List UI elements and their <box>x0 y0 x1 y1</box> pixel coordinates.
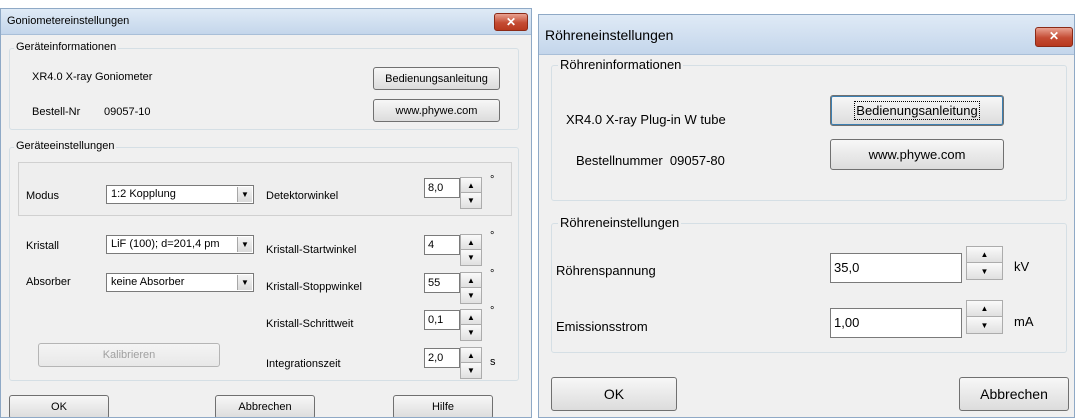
spin-down-icon[interactable]: ▼ <box>461 325 481 340</box>
close-button[interactable]: ✕ <box>494 13 528 31</box>
voltage-input[interactable]: 35,0 <box>830 253 962 283</box>
crystal-label: Kristall <box>26 240 60 252</box>
spin-down-icon[interactable]: ▼ <box>461 288 481 303</box>
absorber-label: Absorber <box>26 276 71 288</box>
close-icon: ✕ <box>1048 29 1060 43</box>
mode-select[interactable]: 1:2 Kopplung ▼ <box>106 185 254 204</box>
ok-button[interactable]: OK <box>551 377 677 411</box>
window-title: Röhreneinstellungen <box>545 27 674 43</box>
tube-settings-group: Röhreneinstellungen Röhrenspannung 35,0 … <box>551 215 1067 353</box>
spin-up-icon[interactable]: ▲ <box>967 247 1002 263</box>
degree-unit: ° <box>490 268 495 280</box>
absorber-select[interactable]: keine Absorber ▼ <box>106 273 254 292</box>
spin-up-icon[interactable]: ▲ <box>461 348 481 363</box>
start-angle-label: Kristall-Startwinkel <box>266 244 357 256</box>
seconds-unit: s <box>490 356 496 368</box>
tube-info-group: Röhreninformationen XR4.0 X-ray Plug-in … <box>551 57 1067 201</box>
spin-up-icon[interactable]: ▲ <box>461 178 481 193</box>
detector-angle-label: Detektorwinkel <box>266 190 339 202</box>
website-button[interactable]: www.phywe.com <box>373 99 500 122</box>
goniometer-settings-window: Goniometereinstellungen ✕ Geräteinformat… <box>0 8 532 418</box>
voltage-unit: kV <box>1014 259 1030 274</box>
manual-button[interactable]: Bedienungsanleitung <box>373 67 500 90</box>
detector-angle-input[interactable]: 8,0 <box>424 178 460 198</box>
start-angle-spinner[interactable]: ▲ ▼ <box>460 234 482 266</box>
manual-button-label: Bedienungsanleitung <box>385 72 488 85</box>
stop-angle-spinner[interactable]: ▲ ▼ <box>460 272 482 304</box>
mode-select-value: 1:2 Kopplung <box>111 188 176 200</box>
spin-down-icon[interactable]: ▼ <box>461 193 481 208</box>
spin-down-icon[interactable]: ▼ <box>461 363 481 378</box>
current-input[interactable]: 1,00 <box>830 308 962 338</box>
close-button[interactable]: ✕ <box>1035 27 1073 47</box>
step-width-input[interactable]: 0,1 <box>424 310 460 330</box>
ok-button[interactable]: OK <box>9 395 109 417</box>
current-label: Emissionsstrom <box>556 319 648 334</box>
stop-angle-label: Kristall-Stoppwinkel <box>266 281 362 293</box>
tube-device-name: XR4.0 X-ray Plug-in W tube <box>566 112 726 127</box>
device-name: XR4.0 X-ray Goniometer <box>32 71 153 83</box>
close-icon: ✕ <box>505 15 517 29</box>
current-spinner[interactable]: ▲ ▼ <box>966 300 1003 334</box>
spin-down-icon[interactable]: ▼ <box>967 263 1002 279</box>
crystal-select-value: LiF (100); d=201,4 pm <box>111 238 220 250</box>
calibrate-button[interactable]: Kalibrieren <box>38 343 220 367</box>
spin-up-icon[interactable]: ▲ <box>461 273 481 288</box>
crystal-select[interactable]: LiF (100); d=201,4 pm ▼ <box>106 235 254 254</box>
chevron-down-icon: ▼ <box>237 275 252 290</box>
group-legend: Röhreninformationen <box>558 57 684 72</box>
website-button-label: www.phywe.com <box>868 147 966 162</box>
group-legend: Geräteinformationen <box>14 41 119 53</box>
detector-angle-spinner[interactable]: ▲ ▼ <box>460 177 482 209</box>
voltage-spinner[interactable]: ▲ ▼ <box>966 246 1003 280</box>
integration-time-spinner[interactable]: ▲ ▼ <box>460 347 482 379</box>
stop-angle-input[interactable]: 55 <box>424 273 460 293</box>
mode-label: Modus <box>26 190 60 202</box>
integration-time-label: Integrationszeit <box>266 358 341 370</box>
current-unit: mA <box>1014 314 1034 329</box>
start-angle-input[interactable]: 4 <box>424 235 460 255</box>
chevron-down-icon: ▼ <box>237 237 252 252</box>
spin-down-icon[interactable]: ▼ <box>461 250 481 265</box>
step-width-spinner[interactable]: ▲ ▼ <box>460 309 482 341</box>
absorber-select-value: keine Absorber <box>111 276 185 288</box>
calibrate-button-label: Kalibrieren <box>102 349 156 361</box>
degree-unit: ° <box>490 230 495 242</box>
degree-unit: ° <box>490 174 495 186</box>
order-number-label: Bestell-Nr <box>32 106 81 118</box>
ok-button-label: OK <box>51 401 67 413</box>
cancel-button-label: Abbrechen <box>238 401 292 413</box>
spin-up-icon[interactable]: ▲ <box>461 310 481 325</box>
tube-order-number: Bestellnummer 09057-80 <box>576 153 725 168</box>
cancel-button[interactable]: Abbrechen <box>959 377 1069 411</box>
device-settings-group: Geräteeinstellungen Modus 1:2 Kopplung ▼… <box>9 140 519 381</box>
goniometer-titlebar: Goniometereinstellungen ✕ <box>1 9 531 35</box>
manual-button[interactable]: Bedienungsanleitung <box>830 95 1004 126</box>
group-legend: Röhreneinstellungen <box>558 215 682 230</box>
spin-up-icon[interactable]: ▲ <box>461 235 481 250</box>
order-number-value: 09057-10 <box>104 106 151 118</box>
manual-button-label: Bedienungsanleitung <box>854 101 980 120</box>
chevron-down-icon: ▼ <box>237 187 252 202</box>
spin-up-icon[interactable]: ▲ <box>967 301 1002 317</box>
ok-button-label: OK <box>603 386 625 402</box>
group-legend: Geräteeinstellungen <box>14 140 117 152</box>
window-title: Goniometereinstellungen <box>7 15 130 27</box>
cancel-button[interactable]: Abbrechen <box>215 395 315 417</box>
help-button-label: Hilfe <box>431 401 454 413</box>
voltage-label: Röhrenspannung <box>556 263 656 278</box>
device-info-group: Geräteinformationen XR4.0 X-ray Goniomet… <box>9 41 519 130</box>
spin-down-icon[interactable]: ▼ <box>967 317 1002 333</box>
website-button[interactable]: www.phywe.com <box>830 139 1004 170</box>
degree-unit: ° <box>490 305 495 317</box>
tube-titlebar: Röhreneinstellungen ✕ <box>539 15 1074 55</box>
integration-time-input[interactable]: 2,0 <box>424 348 460 368</box>
step-width-label: Kristall-Schrittweit <box>266 318 354 330</box>
tube-settings-window: Röhreneinstellungen ✕ Röhreninformatione… <box>538 14 1075 418</box>
website-button-label: www.phywe.com <box>395 104 478 117</box>
cancel-button-label: Abbrechen <box>980 386 1048 402</box>
help-button[interactable]: Hilfe <box>393 395 493 417</box>
